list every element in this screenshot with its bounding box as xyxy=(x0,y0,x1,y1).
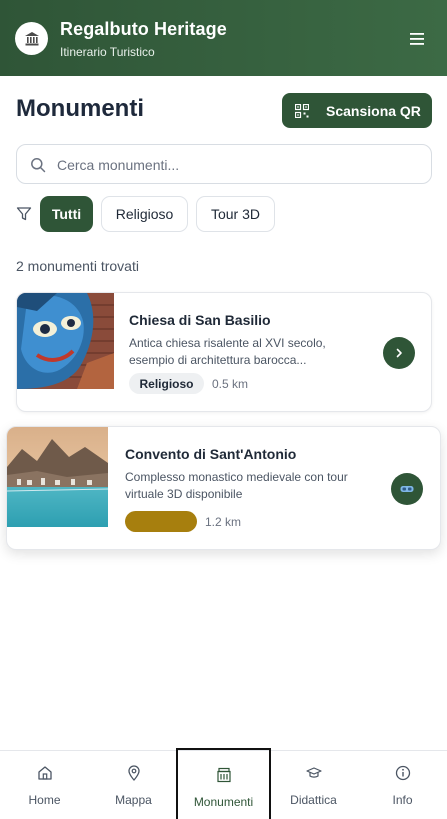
category-badge: Religioso xyxy=(129,373,204,394)
nav-label: Home xyxy=(28,793,61,807)
map-pin-icon xyxy=(127,765,140,781)
distance-label: 1.2 km xyxy=(205,515,242,529)
scan-qr-button[interactable]: Scansiona QR xyxy=(282,93,432,128)
app-title: Regalbuto Heritage xyxy=(60,19,227,39)
info-icon xyxy=(395,765,410,781)
nav-item-mappa[interactable]: Mappa xyxy=(89,751,178,819)
vr-headset-icon[interactable] xyxy=(391,473,423,505)
chevron-right-icon[interactable] xyxy=(383,337,415,369)
monument-description: Complesso monastico medievale con tour v… xyxy=(125,470,348,501)
nav-item-home[interactable]: Home xyxy=(0,751,89,819)
filter-chip-religioso[interactable]: Religioso xyxy=(101,196,188,232)
nav-item-monumenti[interactable]: Monumenti xyxy=(176,748,271,819)
nav-label: Mappa xyxy=(115,793,152,807)
nav-label: Monumenti xyxy=(193,795,254,809)
bottom-navigation: Home Mappa Monumenti Didattica Info xyxy=(0,748,447,819)
nav-item-didattica[interactable]: Didattica xyxy=(269,751,358,819)
app-header: Regalbuto Heritage Itinerario Turistico xyxy=(0,0,447,76)
search-bar xyxy=(16,144,432,184)
search-icon xyxy=(31,158,46,173)
monument-image xyxy=(17,293,114,389)
filter-icon xyxy=(16,207,32,221)
graduation-cap-icon xyxy=(305,767,322,778)
filter-chip-tutti[interactable]: Tutti xyxy=(40,196,93,232)
filter-chip-tour-3d[interactable]: Tour 3D xyxy=(196,196,275,232)
nav-label: Info xyxy=(392,793,413,807)
monument-description: Antica chiesa risalente al XVI secolo, e… xyxy=(129,336,326,367)
nav-label: Didattica xyxy=(290,793,337,807)
results-count: 2 monumenti trovati xyxy=(16,258,139,274)
landmark-icon xyxy=(216,767,231,783)
app-subtitle: Itinerario Turistico xyxy=(60,45,155,59)
distance-label: 0.5 km xyxy=(212,377,249,391)
scan-qr-label: Scansiona QR xyxy=(326,102,421,119)
category-badge xyxy=(125,511,197,532)
nav-item-info[interactable]: Info xyxy=(358,751,447,819)
search-input[interactable] xyxy=(57,153,417,177)
home-icon xyxy=(37,766,52,780)
monument-card[interactable]: Convento di Sant'Antonio Complesso monas… xyxy=(6,426,441,550)
monument-image xyxy=(7,427,108,527)
museum-icon xyxy=(15,22,48,55)
hamburger-menu-icon[interactable] xyxy=(404,28,430,50)
page-title: Monumenti xyxy=(16,95,144,122)
monument-title: Convento di Sant'Antonio xyxy=(125,446,297,462)
qr-code-icon xyxy=(295,103,309,118)
monument-title: Chiesa di San Basilio xyxy=(129,312,271,328)
monument-card[interactable]: Chiesa di San Basilio Antica chiesa risa… xyxy=(16,292,432,412)
